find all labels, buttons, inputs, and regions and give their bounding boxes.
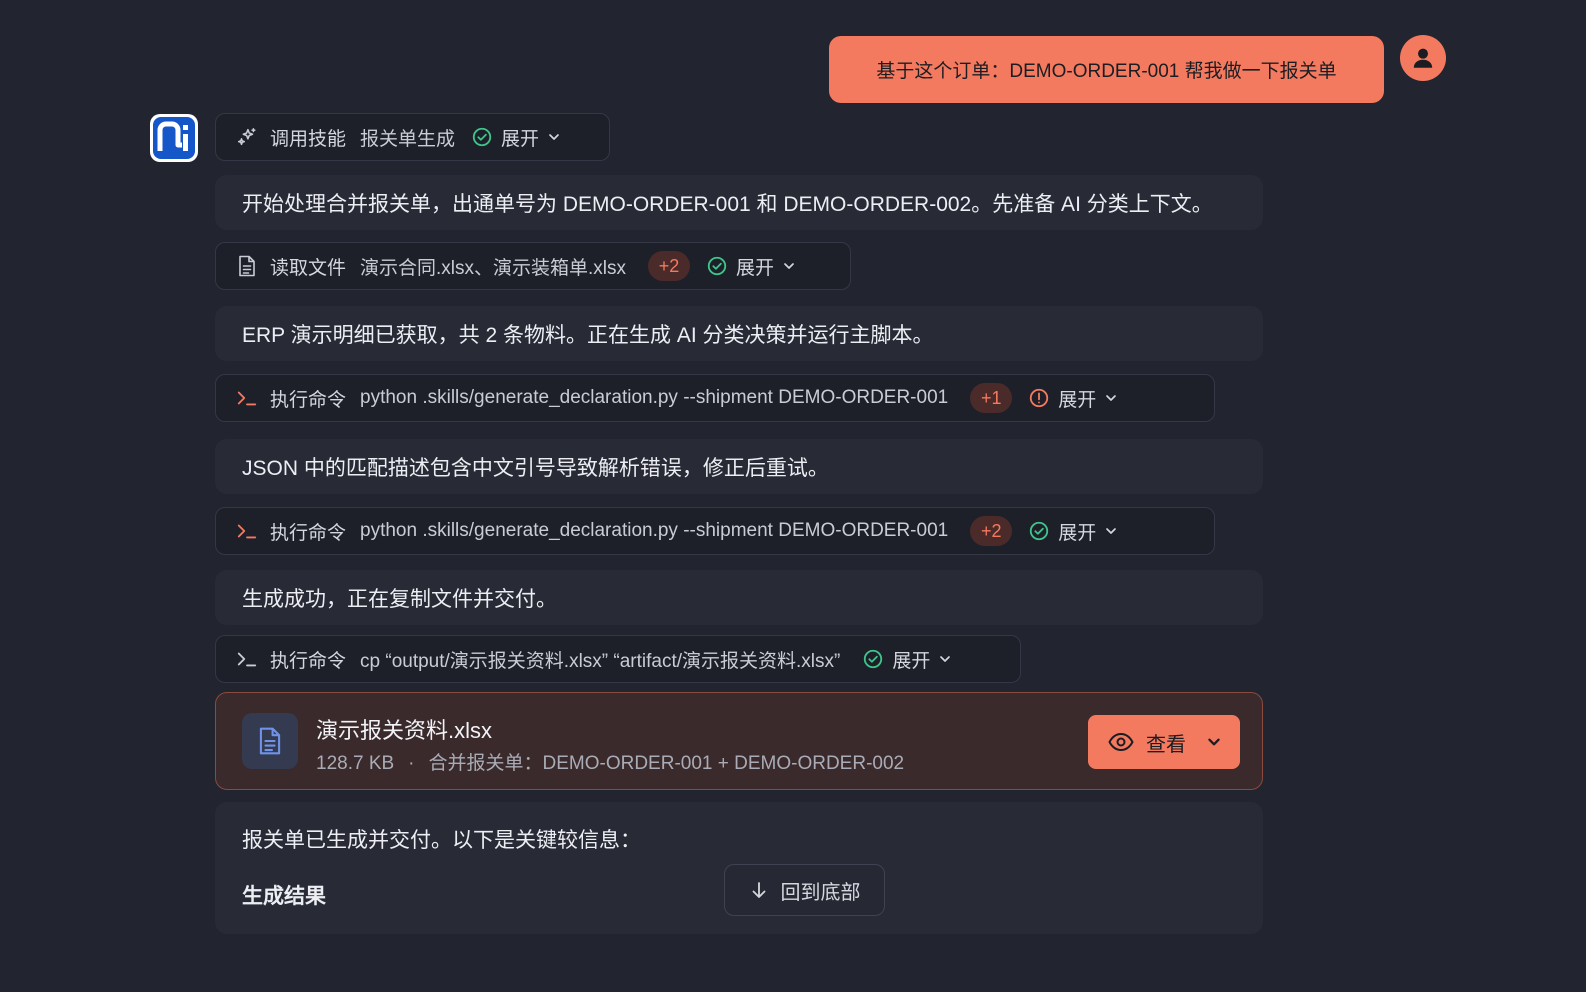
assistant-message-text: ERP 演示明细已获取，共 2 条物料。正在生成 AI 分类决策并运行主脚本。 bbox=[242, 323, 934, 347]
terminal-prompt-icon bbox=[236, 648, 258, 670]
view-options-dropdown[interactable] bbox=[1206, 734, 1222, 750]
read-file-detail: 演示合同.xlsx、演示装箱单.xlsx bbox=[360, 257, 627, 279]
view-button-label: 查看 bbox=[1146, 733, 1186, 756]
file-name: 演示报关资料.xlsx bbox=[316, 718, 493, 743]
view-file-button[interactable]: 查看 bbox=[1088, 715, 1240, 769]
user-icon bbox=[1413, 48, 1433, 68]
assistant-logo-icon bbox=[153, 117, 195, 159]
check-circle-icon bbox=[862, 648, 884, 670]
exec-command-label: 执行命令 bbox=[270, 389, 347, 411]
assistant-message-text: 开始处理合并报关单，出通单号为 DEMO-ORDER-001 和 DEMO-OR… bbox=[242, 192, 1213, 216]
file-attachment-card[interactable]: 演示报关资料.xlsx 128.7 KB · 合并报关单：DEMO-ORDER-00… bbox=[215, 692, 1263, 790]
document-icon bbox=[236, 255, 258, 277]
read-file-expand-toggle[interactable]: 展开 bbox=[736, 253, 796, 280]
exec-command-expand-toggle[interactable]: 展开 bbox=[892, 646, 952, 673]
read-file-step-chip[interactable]: 读取文件 演示合同.xlsx、演示装箱单.xlsx +2 展开 bbox=[215, 242, 851, 290]
file-size: 128.7 KB bbox=[316, 753, 395, 774]
more-count-badge: +2 bbox=[970, 516, 1013, 546]
meta-separator: · bbox=[408, 753, 415, 774]
user-message-bubble: 基于这个订单：DEMO-ORDER-001 帮我做一下报关单 bbox=[829, 36, 1384, 103]
exec-command-step-chip[interactable]: 执行命令 python .skills/generate_declaration… bbox=[215, 507, 1215, 555]
sparkle-icon bbox=[236, 126, 258, 148]
skill-step-label: 调用技能 bbox=[270, 128, 347, 150]
spreadsheet-file-icon bbox=[242, 713, 298, 769]
user-avatar[interactable] bbox=[1400, 35, 1446, 81]
chevron-down-icon bbox=[784, 263, 794, 269]
exec-command-label: 执行命令 bbox=[270, 522, 347, 544]
read-file-label: 读取文件 bbox=[270, 257, 347, 279]
skill-step-detail: 报关单生成 bbox=[360, 128, 456, 150]
assistant-message: JSON 中的匹配描述包含中文引号导致解析错误，修正后重试。 bbox=[215, 439, 1263, 494]
exec-command-expand-toggle[interactable]: 展开 bbox=[1058, 385, 1118, 412]
exec-command-step-chip[interactable]: 执行命令 python .skills/generate_declaration… bbox=[215, 374, 1215, 422]
exec-command-detail: python .skills/generate_declaration.py -… bbox=[360, 520, 949, 541]
skill-step-chip[interactable]: 调用技能 报关单生成 展开 bbox=[215, 113, 610, 161]
file-meta: 128.7 KB · 合并报关单：DEMO-ORDER-001 + DEMO-ORD… bbox=[316, 748, 904, 775]
more-count-badge: +2 bbox=[648, 251, 691, 281]
terminal-prompt-icon bbox=[236, 387, 258, 409]
expand-label: 展开 bbox=[501, 128, 540, 150]
scroll-to-bottom-button[interactable]: 回到底部 bbox=[724, 864, 885, 916]
exec-command-step-chip[interactable]: 执行命令 cp “output/演示报关资料.xlsx” “artifact/演… bbox=[215, 635, 1021, 683]
assistant-message: ERP 演示明细已获取，共 2 条物料。正在生成 AI 分类决策并运行主脚本。 bbox=[215, 306, 1263, 361]
file-description: 合并报关单：DEMO-ORDER-001 + DEMO-ORDER-002 bbox=[428, 753, 905, 774]
expand-label: 展开 bbox=[892, 650, 931, 672]
chevron-down-icon bbox=[940, 656, 951, 662]
check-circle-icon bbox=[471, 126, 493, 148]
assistant-message: 生成成功，正在复制文件并交付。 bbox=[215, 570, 1263, 625]
user-message-text: 基于这个订单：DEMO-ORDER-001 帮我做一下报关单 bbox=[876, 61, 1337, 82]
final-message-text: 报关单已生成并交付。以下是关键较信息： bbox=[242, 829, 641, 852]
expand-label: 展开 bbox=[1058, 389, 1097, 411]
check-circle-icon bbox=[1028, 520, 1050, 542]
scroll-to-bottom-label: 回到底部 bbox=[780, 881, 861, 904]
chevron-down-icon bbox=[1106, 395, 1117, 401]
assistant-message: 开始处理合并报关单，出通单号为 DEMO-ORDER-001 和 DEMO-OR… bbox=[215, 175, 1263, 230]
warning-circle-icon bbox=[1028, 387, 1050, 409]
chevron-down-icon bbox=[1208, 738, 1220, 746]
assistant-avatar bbox=[150, 114, 198, 162]
assistant-message-text: 生成成功，正在复制文件并交付。 bbox=[242, 587, 557, 611]
chevron-down-icon bbox=[1106, 528, 1117, 534]
exec-command-label: 执行命令 bbox=[270, 650, 347, 672]
more-count-badge: +1 bbox=[970, 383, 1013, 413]
exec-command-detail: python .skills/generate_declaration.py -… bbox=[360, 387, 949, 408]
assistant-message-text: JSON 中的匹配描述包含中文引号导致解析错误，修正后重试。 bbox=[242, 456, 829, 480]
terminal-prompt-icon bbox=[236, 520, 258, 542]
skill-step-expand-toggle[interactable]: 展开 bbox=[501, 124, 561, 151]
exec-command-expand-toggle[interactable]: 展开 bbox=[1058, 518, 1118, 545]
check-circle-icon bbox=[706, 255, 728, 277]
chevron-down-icon bbox=[549, 134, 559, 140]
arrow-down-icon bbox=[752, 882, 765, 898]
eye-icon bbox=[1108, 733, 1134, 751]
expand-label: 展开 bbox=[736, 257, 775, 279]
exec-command-detail: cp “output/演示报关资料.xlsx” “artifact/演示报关资料… bbox=[360, 650, 841, 672]
result-heading: 生成结果 bbox=[242, 885, 326, 908]
expand-label: 展开 bbox=[1058, 522, 1097, 544]
